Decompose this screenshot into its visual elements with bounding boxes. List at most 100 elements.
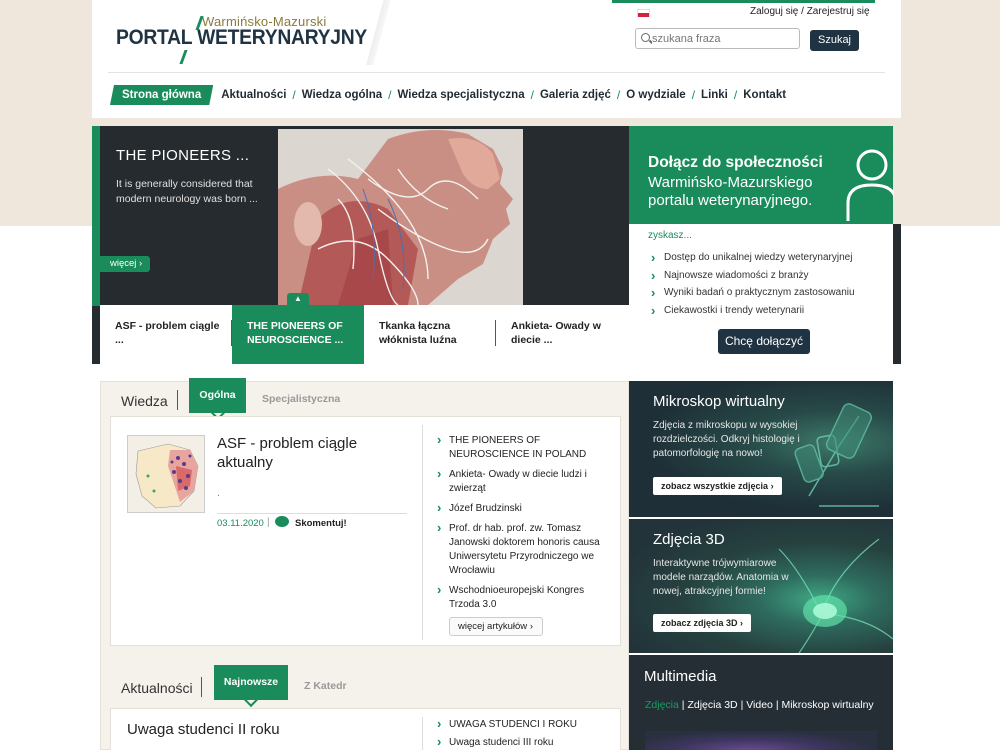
link-separator: | xyxy=(681,699,685,711)
list-item[interactable]: Wschodnioeuropejski Kongres Trzoda 3.0 xyxy=(437,583,612,612)
logo-accent-slash-bottom xyxy=(179,50,188,64)
list-item: Najnowsze wiadomości z branży xyxy=(651,268,855,288)
hero-tab-label: THE PIONEERS OF NEUROSCIENCE ... xyxy=(247,320,344,346)
wiedza-tabs: Wiedza Ogólna Specjalistyczna xyxy=(101,378,628,418)
hero-title: THE PIONEERS ... xyxy=(116,147,250,164)
aktualnosci-section-label: Aktualności xyxy=(121,680,193,696)
aktualnosci-article-list: UWAGA STUDENCI I ROKU Uwaga studenci III… xyxy=(437,717,577,750)
flag-pl-icon[interactable] xyxy=(637,9,650,17)
tab-divider xyxy=(177,390,178,410)
wiedza-card: ASF - problem ciągle aktualny . 03.11.20… xyxy=(110,416,621,646)
hero-tab[interactable]: ASF - problem ciągle ... xyxy=(100,305,232,364)
join-title: Dołącz do społeczności xyxy=(648,154,823,171)
article-title[interactable]: ASF - problem ciągle aktualny xyxy=(217,434,397,472)
nav-separator: / xyxy=(733,88,738,102)
panel-title: Zdjęcia 3D xyxy=(653,531,725,548)
chevron-right-icon: › xyxy=(529,621,533,632)
header-accent-line xyxy=(612,0,875,3)
list-item: Dostęp do unikalnej wiedzy weterynaryjne… xyxy=(651,250,855,270)
article-divider xyxy=(217,513,407,514)
auth-links: Zaloguj się / Zarejestruj się xyxy=(750,6,870,17)
search-input[interactable] xyxy=(652,31,797,46)
multimedia-links: Zdjęcia | Zdjęcia 3D | Video | Mikroskop… xyxy=(645,699,874,711)
panel-text: Interaktywne trójwymiarowe modele narząd… xyxy=(653,558,789,597)
more-articles-label: więcej artykułów xyxy=(458,621,528,632)
join-subtitle: Warmińsko-Mazurskiego portalu weterynary… xyxy=(648,174,813,209)
join-side-strip xyxy=(893,224,901,364)
content-panel: Wiedza Ogólna Specjalistyczna ASF - prob… xyxy=(100,378,629,750)
register-link[interactable]: Zarejestruj się xyxy=(807,6,870,17)
nav-separator: / xyxy=(616,88,621,102)
hero-image-anatomy[interactable] xyxy=(278,129,523,305)
join-community-box: Dołącz do społeczności Warmińsko-Mazursk… xyxy=(629,126,901,364)
view-3d-photos-button[interactable]: zobacz zdjęcia 3D › xyxy=(653,614,752,632)
chevron-right-icon: › xyxy=(139,258,143,269)
search-icon xyxy=(641,33,650,42)
hero-tab-label: Ankieta- Owady w diecie ... xyxy=(511,320,601,346)
multimedia-link-photos[interactable]: Zdjęcia xyxy=(645,699,679,711)
tab-najnowsze[interactable]: Najnowsze xyxy=(214,665,288,700)
article-title[interactable]: Uwaga studenci II roku xyxy=(127,721,280,738)
nav-item-about[interactable]: O wydziale xyxy=(622,89,689,101)
hero-slider: THE PIONEERS ... It is generally conside… xyxy=(92,126,629,364)
header-divider xyxy=(108,72,885,73)
nav-separator: / xyxy=(530,88,534,102)
link-separator: | xyxy=(740,699,744,711)
hero-tab[interactable]: Tkanka łączna włóknista luźna xyxy=(364,305,496,364)
more-articles-button[interactable]: więcej artykułów › xyxy=(449,617,543,636)
nav-item-news[interactable]: Aktualności xyxy=(217,89,290,101)
hero-tabs: ASF - problem ciągle ... THE PIONEERS OF… xyxy=(100,305,629,364)
comment-link[interactable]: Skomentuj! xyxy=(295,518,347,529)
list-item[interactable]: UWAGA STUDENCI I ROKU xyxy=(437,717,577,732)
join-button[interactable]: Chcę dołączyć xyxy=(718,329,810,354)
list-item[interactable]: Prof. dr hab. prof. zw. Tomasz Janowski … xyxy=(437,521,612,578)
nav-separator: / xyxy=(388,88,392,102)
main-nav: Strona główna Aktualności / Wiedza ogóln… xyxy=(110,84,790,106)
nav-item-gallery[interactable]: Galeria zdjęć xyxy=(536,89,615,101)
list-item[interactable]: Ankieta- Owady w diecie ludzi i zwierząt xyxy=(437,467,612,496)
user-silhouette-icon xyxy=(846,149,894,221)
nav-item-specialist-knowledge[interactable]: Wiedza specjalistyczna xyxy=(394,89,529,101)
panel-title: Mikroskop wirtualny xyxy=(653,393,785,410)
multimedia-link-3d[interactable]: Zdjęcia 3D xyxy=(687,699,737,711)
header-decoration xyxy=(362,0,392,65)
card-column-divider xyxy=(422,717,423,750)
hero-tab-label: ASF - problem ciągle ... xyxy=(115,320,220,346)
aktualnosci-tabs: Aktualności Najnowsze Z Katedr xyxy=(101,665,628,705)
link-separator: | xyxy=(775,699,779,711)
multimedia-panel: Multimedia Zdjęcia | Zdjęcia 3D | Video … xyxy=(629,655,893,750)
multimedia-preview-image[interactable] xyxy=(645,731,877,750)
join-header: Dołącz do społeczności Warmińsko-Mazursk… xyxy=(629,126,894,224)
nav-item-general-knowledge[interactable]: Wiedza ogólna xyxy=(298,89,386,101)
view-all-photos-button[interactable]: zobacz wszystkie zdjęcia › xyxy=(653,477,782,495)
hero-tab-label: Tkanka łączna włóknista luźna xyxy=(379,320,457,346)
asf-map-image xyxy=(128,436,204,512)
nav-item-home[interactable]: Strona główna xyxy=(110,85,213,105)
article-excerpt: . xyxy=(217,487,221,499)
search-button[interactable]: Szukaj xyxy=(810,30,859,51)
nav-item-links[interactable]: Linki xyxy=(697,89,732,101)
comment-bubble-icon xyxy=(275,516,289,527)
hero-tab[interactable]: Ankieta- Owady w diecie ... xyxy=(496,305,628,364)
login-link[interactable]: Zaloguj się xyxy=(750,6,798,17)
nav-item-contact[interactable]: Kontakt xyxy=(739,89,790,101)
list-item[interactable]: Uwaga studenci III roku xyxy=(437,735,577,750)
site-logo[interactable]: Warmińsko-Mazurski PORTAL WETERYNARYJNY xyxy=(116,12,376,64)
tab-specjalistyczna[interactable]: Specjalistyczna xyxy=(262,393,340,405)
button-label: zobacz zdjęcia 3D xyxy=(661,618,738,628)
list-item[interactable]: THE PIONEERS OF NEUROSCIENCE IN POLAND xyxy=(437,433,612,462)
multimedia-link-microscope[interactable]: Mikroskop wirtualny xyxy=(781,699,873,711)
tab-z-katedr[interactable]: Z Katedr xyxy=(304,680,347,692)
wiedza-section-label: Wiedza xyxy=(121,393,168,409)
search-field xyxy=(635,28,800,49)
join-benefits-list: Dostęp do unikalnej wiedzy weterynaryjne… xyxy=(651,250,855,322)
panel-text: Zdjęcia z mikroskopu w wysokiej rozdziel… xyxy=(653,420,800,459)
hero-more-button[interactable]: więcej › xyxy=(92,256,150,272)
list-item: Wyniki badań o praktycznym zastosowaniu xyxy=(651,285,855,305)
list-item[interactable]: Józef Brudzinski xyxy=(437,501,612,516)
hero-tab-active[interactable]: THE PIONEERS OF NEUROSCIENCE ... xyxy=(232,305,364,364)
multimedia-link-video[interactable]: Video xyxy=(746,699,773,711)
tab-ogolna[interactable]: Ogólna xyxy=(189,378,246,413)
chevron-right-icon: › xyxy=(770,481,774,491)
article-thumbnail-map[interactable] xyxy=(127,435,205,513)
